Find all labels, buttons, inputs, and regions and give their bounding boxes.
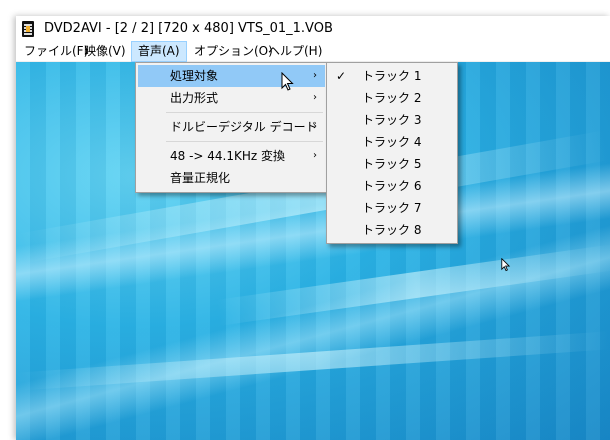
audio-menu-dropdown: 処理対象 › 出力形式 › ドルビーデジタル デコード › 48 -> 44.1… [135,62,328,193]
track-item-2[interactable]: トラック 2 [329,87,455,109]
menu-item-resample[interactable]: 48 -> 44.1KHz 変換 › [138,145,325,167]
track-item-6[interactable]: トラック 6 [329,175,455,197]
menu-audio[interactable]: 音声(A) [131,41,187,62]
menu-help[interactable]: ヘルプ(H) [262,42,328,61]
window-title: DVD2AVI - [2 / 2] [720 x 480] VTS_01_1.V… [44,21,333,36]
menu-video[interactable]: 映像(V) [78,42,132,61]
track-item-5[interactable]: トラック 5 [329,153,455,175]
menu-item-dolby-decode[interactable]: ドルビーデジタル デコード › [138,116,325,138]
menu-separator [166,112,323,113]
chevron-right-icon: › [313,70,317,81]
chevron-right-icon: › [313,121,317,132]
mouse-pointer-icon [501,258,511,272]
menu-item-normalize[interactable]: 音量正規化 [138,167,325,189]
chevron-right-icon: › [313,92,317,103]
track-item-4[interactable]: トラック 4 [329,131,455,153]
menu-separator [166,141,323,142]
track-item-3[interactable]: トラック 3 [329,109,455,131]
menu-item-target[interactable]: 処理対象 › [138,65,325,87]
title-bar: DVD2AVI - [2 / 2] [720 x 480] VTS_01_1.V… [16,16,610,42]
mouse-pointer-icon [281,72,294,91]
menu-bar: ファイル(F) 映像(V) 音声(A) オプション(O) ヘルプ(H) [16,41,610,62]
track-item-8[interactable]: トラック 8 [329,219,455,241]
track-submenu: ✓ トラック 1 トラック 2 トラック 3 トラック 4 トラック 5 トラッ… [326,62,458,244]
film-strip-icon [22,21,34,37]
track-item-1[interactable]: ✓ トラック 1 [329,65,455,87]
chevron-right-icon: › [313,150,317,161]
check-icon: ✓ [336,69,347,83]
track-item-7[interactable]: トラック 7 [329,197,455,219]
menu-item-output-format[interactable]: 出力形式 › [138,87,325,109]
